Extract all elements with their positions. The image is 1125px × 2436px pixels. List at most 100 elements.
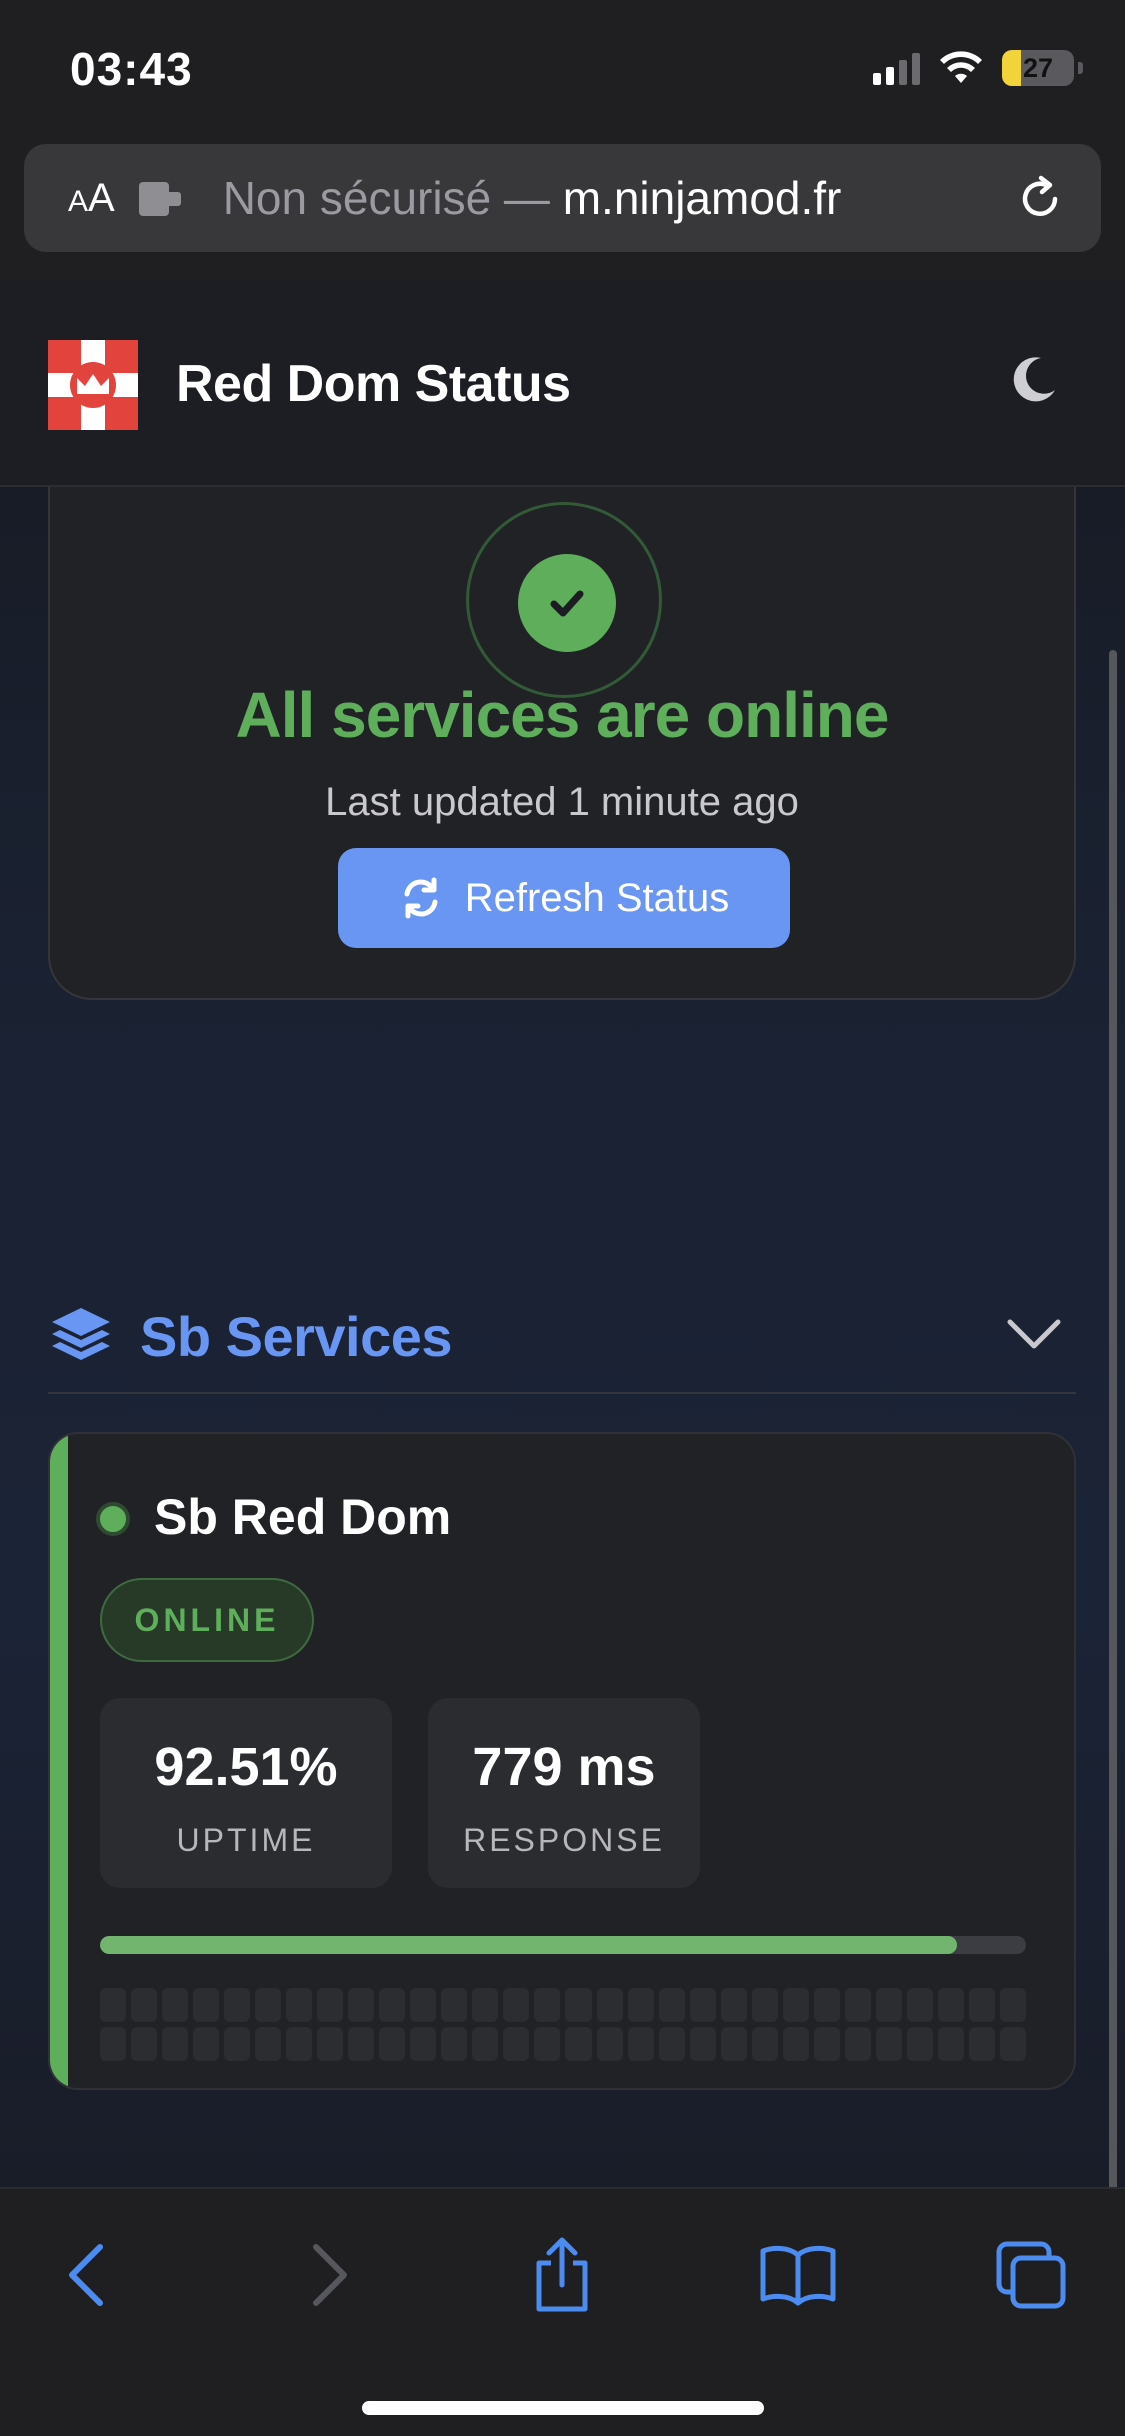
status-badge: ONLINE <box>100 1578 314 1662</box>
uptime-history-cell <box>162 2027 189 2061</box>
uptime-history-cell <box>348 2027 375 2061</box>
uptime-history-cell <box>162 1988 189 2022</box>
uptime-history-cell <box>658 1988 685 2022</box>
uptime-history-cell <box>999 1988 1026 2022</box>
uptime-history-cell <box>782 1988 809 2022</box>
clock: 03:43 <box>70 43 193 95</box>
back-icon[interactable] <box>46 2235 126 2315</box>
uptime-history-cell <box>131 1988 158 2022</box>
response-value: 779 ms <box>472 1737 656 1797</box>
uptime-history-cell <box>627 1988 654 2022</box>
service-group-header[interactable]: Sb Services <box>48 1284 1076 1394</box>
page-scrollbar[interactable] <box>1109 650 1117 2187</box>
uptime-history-cell <box>937 2027 964 2061</box>
check-icon <box>518 554 616 652</box>
refresh-status-button[interactable]: Refresh Status <box>338 848 790 948</box>
uptime-history-cell <box>534 1988 561 2022</box>
battery-cap <box>1078 62 1083 74</box>
web-page: All services are online Last updated 1 m… <box>0 282 1125 2187</box>
uptime-history-cell <box>906 1988 933 2022</box>
uptime-history-cell <box>844 1988 871 2022</box>
uptime-history-cell <box>472 1988 499 2022</box>
uptime-history-cell <box>255 2027 282 2061</box>
bookmarks-icon[interactable] <box>758 2235 838 2315</box>
uptime-history-cell <box>317 1988 344 2022</box>
uptime-history-cell <box>627 2027 654 2061</box>
uptime-history-cell <box>968 1988 995 2022</box>
service-status-dot <box>96 1502 130 1536</box>
uptime-value: 92.51% <box>154 1737 338 1797</box>
uptime-history-cell <box>596 1988 623 2022</box>
uptime-history-cell <box>100 2027 127 2061</box>
battery-percent: 27 <box>1022 52 1054 83</box>
uptime-history-cell <box>658 2027 685 2061</box>
uptime-history-cell <box>193 1988 220 2022</box>
uptime-history-cell <box>968 2027 995 2061</box>
response-label: RESPONSE <box>463 1822 665 1858</box>
uptime-stat: 92.51% UPTIME <box>100 1698 392 1888</box>
battery-icon: 27 <box>1002 50 1074 86</box>
url-text[interactable]: Non sécurisé — m.ninjamod.fr <box>223 171 963 225</box>
address-bar[interactable]: AA Non sécurisé — m.ninjamod.fr <box>24 144 1101 252</box>
uptime-history-cell <box>720 2027 747 2061</box>
uptime-history-cell <box>813 2027 840 2061</box>
status-icons: 27 <box>873 48 1083 88</box>
uptime-progress-fill <box>100 1936 957 1954</box>
service-status-accent <box>50 1434 68 2088</box>
uptime-history-cell <box>224 1988 251 2022</box>
url-security-label: Non sécurisé — <box>222 172 563 224</box>
site-header: Red Dom Status <box>0 282 1125 487</box>
uptime-history-cell <box>286 1988 313 2022</box>
uptime-history-cell <box>410 1988 437 2022</box>
moon-icon[interactable] <box>1005 352 1061 408</box>
uptime-history-cell <box>255 1988 282 2022</box>
share-icon[interactable] <box>522 2235 602 2315</box>
uptime-progress-bar <box>100 1936 1026 1954</box>
uptime-history-cell <box>689 2027 716 2061</box>
uptime-history-cell <box>565 1988 592 2022</box>
uptime-history-cell <box>813 1988 840 2022</box>
forward-icon[interactable] <box>290 2235 370 2315</box>
service-group-title: Sb Services <box>140 1305 453 1368</box>
uptime-history-cell <box>751 1988 778 2022</box>
uptime-history-cell <box>875 2027 902 2061</box>
uptime-history-cell <box>503 2027 530 2061</box>
response-stat: 779 ms RESPONSE <box>428 1698 700 1888</box>
cellular-signal-icon <box>873 51 920 85</box>
refresh-icon <box>404 877 438 919</box>
uptime-label: UPTIME <box>176 1822 316 1858</box>
tabs-icon[interactable] <box>992 2235 1072 2315</box>
uptime-history-cell <box>689 1988 716 2022</box>
uptime-history-cell <box>534 2027 561 2061</box>
site-logo[interactable] <box>48 340 138 430</box>
uptime-history-cell <box>906 2027 933 2061</box>
url-domain: m.ninjamod.fr <box>562 172 842 224</box>
uptime-history-cell <box>720 1988 747 2022</box>
wifi-icon <box>940 51 982 83</box>
uptime-history-cell <box>100 1988 127 2022</box>
uptime-history-cell <box>844 2027 871 2061</box>
uptime-history-cell <box>317 2027 344 2061</box>
site-title: Red Dom Status <box>176 355 571 413</box>
uptime-history-cell <box>286 2027 313 2061</box>
reader-options-button[interactable]: AA <box>68 176 115 221</box>
uptime-history-cell <box>751 2027 778 2061</box>
uptime-history-cell <box>224 2027 251 2061</box>
overall-status-card: All services are online Last updated 1 m… <box>48 422 1076 1000</box>
ios-status-bar: 03:43 27 <box>0 0 1125 140</box>
uptime-history-cell <box>193 2027 220 2061</box>
chevron-down-icon[interactable] <box>1006 1316 1062 1352</box>
uptime-history-cell <box>441 2027 468 2061</box>
uptime-history-cell <box>999 2027 1026 2061</box>
puzzle-icon[interactable] <box>138 178 191 218</box>
uptime-history-cell <box>131 2027 158 2061</box>
service-card: Sb Red Dom ONLINE 92.51% UPTIME 779 ms R… <box>48 1432 1076 2090</box>
uptime-history-grid <box>100 1988 1026 2061</box>
layers-icon <box>52 1308 110 1360</box>
uptime-history-cell <box>565 2027 592 2061</box>
uptime-history-cell <box>596 2027 623 2061</box>
uptime-history-cell <box>379 2027 406 2061</box>
uptime-history-cell <box>441 1988 468 2022</box>
reload-icon[interactable] <box>1015 174 1065 224</box>
refresh-status-label: Refresh Status <box>464 875 730 920</box>
